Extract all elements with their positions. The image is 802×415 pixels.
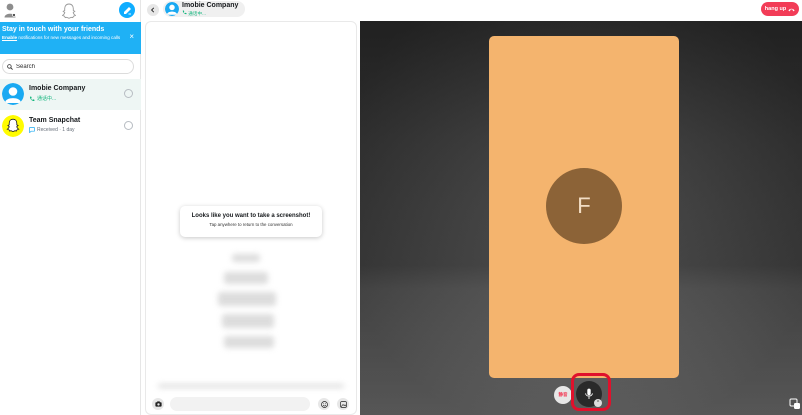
notification-body-text: notifications for new messages and incom… <box>17 35 121 40</box>
chat-status: Received · 1 day <box>29 127 75 133</box>
camera-icon[interactable] <box>124 89 133 98</box>
mute-speaker-button[interactable]: 静音 <box>554 386 572 404</box>
user-avatar-icon <box>165 2 179 16</box>
user-avatar-icon <box>2 83 24 105</box>
notification-body: Enable notifications for new messages an… <box>2 35 123 41</box>
sticker-button[interactable] <box>337 398 349 410</box>
blurred-message <box>222 314 274 328</box>
picture-in-picture-icon[interactable] <box>789 398 801 410</box>
hang-up-button[interactable]: hang up <box>761 2 799 16</box>
avatar <box>2 83 24 105</box>
avatar <box>165 2 179 16</box>
search-icon <box>7 63 13 70</box>
video-call-area: F 静音 ^ <box>360 21 802 415</box>
conversation-title-pill[interactable]: Imobie Company 通话中... <box>163 1 245 17</box>
new-chat-button[interactable] <box>119 2 135 18</box>
participant-video-tile[interactable]: F <box>489 36 679 378</box>
sidebar-toolbar <box>0 0 141 22</box>
chat-bubble-icon <box>29 127 35 133</box>
chat-name: Team Snapchat <box>29 117 81 124</box>
hang-up-label: hang up <box>764 6 787 12</box>
mute-speaker-label: 静音 <box>558 392 568 397</box>
chat-name: Imobie Company <box>29 85 86 92</box>
avatar <box>2 115 24 137</box>
conversation-panel: Looks like you want to take a screenshot… <box>145 21 357 415</box>
participant-avatar: F <box>546 168 622 244</box>
image-icon <box>339 400 347 408</box>
message-input[interactable] <box>170 397 310 411</box>
message-composer <box>146 394 356 414</box>
search-input[interactable] <box>16 63 126 70</box>
close-icon[interactable]: × <box>129 33 134 41</box>
conversation-name: Imobie Company <box>182 2 239 9</box>
sidebar: Stay in touch with your friends Enable n… <box>0 0 141 415</box>
chat-status-text: Received · 1 day <box>37 127 75 133</box>
chat-item-imobie-company[interactable]: Imobie Company 通话中... <box>0 79 141 110</box>
notification-banner: Stay in touch with your friends Enable n… <box>0 22 141 54</box>
toast-title: Looks like you want to take a screenshot… <box>191 213 311 219</box>
conversation-header: Imobie Company 通话中... <box>141 0 360 22</box>
chat-status: 通话中... <box>29 95 56 102</box>
chevron-up-icon[interactable]: ^ <box>594 399 602 407</box>
camera-icon[interactable] <box>124 121 133 130</box>
blurred-message <box>158 384 344 388</box>
blurred-message <box>218 292 276 306</box>
profile-avatar-icon[interactable] <box>4 2 16 18</box>
chat-status-text: 通话中... <box>37 96 57 102</box>
back-button[interactable] <box>147 4 159 16</box>
blurred-message <box>224 336 274 348</box>
screenshot-toast[interactable]: Looks like you want to take a screenshot… <box>180 206 322 237</box>
snapchat-ghost-icon[interactable] <box>62 3 76 19</box>
camera-icon <box>154 401 162 407</box>
emoji-icon <box>320 400 328 408</box>
conversation-status-text: 通话中... <box>188 11 206 16</box>
phone-icon <box>182 10 187 15</box>
toast-subtitle: Tap anywhere to return to the conversati… <box>209 222 293 227</box>
blurred-message <box>232 254 260 262</box>
enable-notifications-link[interactable]: Enable <box>2 35 17 40</box>
snapchat-logo-icon <box>2 115 24 137</box>
phone-hangup-icon <box>788 8 795 11</box>
notification-title: Stay in touch with your friends <box>2 26 105 33</box>
chevron-left-icon <box>150 7 155 13</box>
emoji-button[interactable] <box>318 398 330 410</box>
blurred-message <box>224 272 268 284</box>
phone-icon <box>29 96 35 101</box>
chat-item-team-snapchat[interactable]: Team Snapchat Received · 1 day <box>0 111 141 142</box>
camera-button[interactable] <box>152 398 164 410</box>
microphone-icon <box>585 388 593 399</box>
compose-icon <box>123 6 131 14</box>
conversation-status: 通话中... <box>182 10 206 17</box>
search-box[interactable] <box>2 59 134 74</box>
